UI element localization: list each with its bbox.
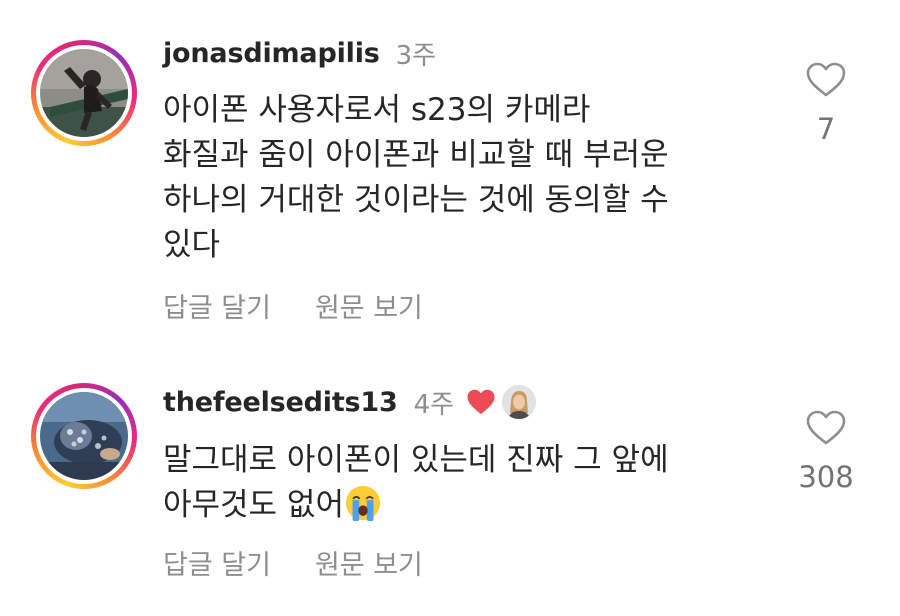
comment-text: 말그대로 아이폰이 있는데 진짜 그 앞에 아무것도 없어 xyxy=(163,438,773,528)
see-translation-button[interactable]: 원문 보기 xyxy=(315,543,423,582)
avatar-photo xyxy=(40,49,128,137)
avatar[interactable] xyxy=(31,40,137,146)
comment-actions: 답글 달기 원문 보기 xyxy=(163,286,423,325)
comment-text-content: 말그대로 아이폰이 있는데 진짜 그 앞에 아무것도 없어 xyxy=(163,442,669,523)
comment-meta: jonasdimapilis 3주 xyxy=(163,33,436,73)
avatar-photo xyxy=(40,392,128,480)
red-heart-icon xyxy=(467,389,495,414)
comment-actions: 답글 달기 원문 보기 xyxy=(163,543,423,582)
comment-meta: thefeelsedits13 4주 xyxy=(163,382,537,422)
username[interactable]: jonasdimapilis xyxy=(163,38,380,69)
reply-button[interactable]: 답글 달기 xyxy=(163,286,271,325)
avatar-ring-gap xyxy=(36,388,132,484)
like-count: 308 xyxy=(798,460,854,494)
timestamp: 3주 xyxy=(395,40,437,71)
reply-button[interactable]: 답글 달기 xyxy=(163,543,271,582)
see-translation-button[interactable]: 원문 보기 xyxy=(315,286,423,325)
avatar-image xyxy=(40,392,128,480)
avatar-ring-gap xyxy=(36,45,132,141)
comment-item: thefeelsedits13 4주 말그대로 아이폰이 있는데 진짜 그 앞에… xyxy=(0,350,900,616)
creator-avatar-icon xyxy=(502,385,537,419)
like-column: 308 xyxy=(790,410,862,494)
avatar[interactable] xyxy=(31,383,137,489)
comment-item: jonasdimapilis 3주 아이폰 사용자로서 s23의 카메라 화질과… xyxy=(0,0,900,350)
heart-outline-icon[interactable] xyxy=(806,410,846,446)
avatar-image xyxy=(40,49,128,137)
timestamp: 4주 xyxy=(413,389,455,420)
crying-face-emoji xyxy=(345,485,381,522)
like-count: 7 xyxy=(816,112,836,146)
like-column: 7 xyxy=(790,62,862,146)
username[interactable]: thefeelsedits13 xyxy=(163,387,398,418)
comment-text: 아이폰 사용자로서 s23의 카메라 화질과 줌이 아이폰과 비교할 때 부러운… xyxy=(163,92,669,263)
heart-outline-icon[interactable] xyxy=(806,62,846,98)
